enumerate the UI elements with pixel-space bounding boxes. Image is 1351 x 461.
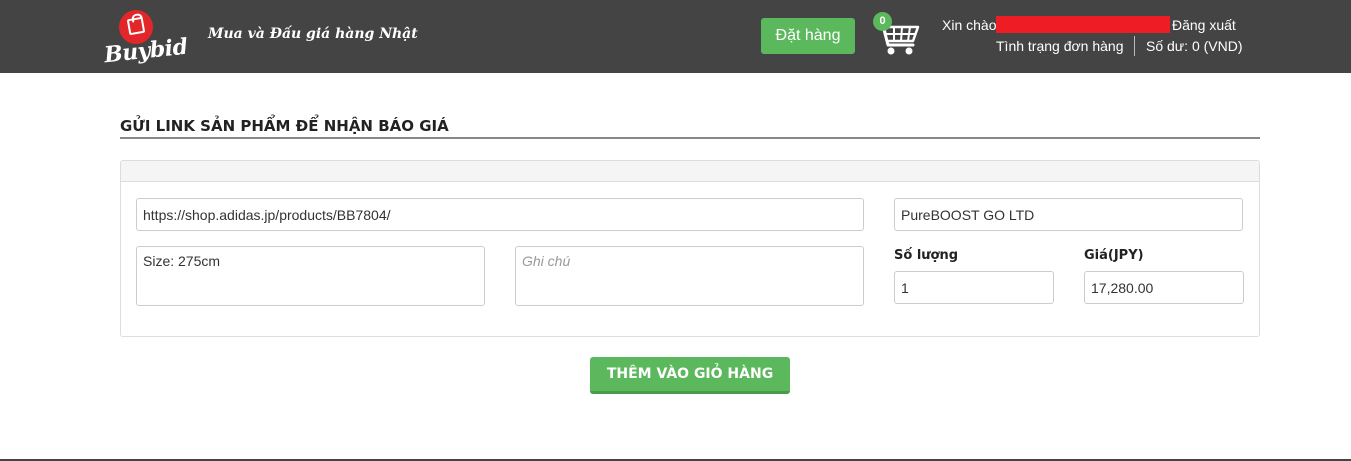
logo-text: Buybid [102, 33, 189, 69]
site-tagline: Mua và Đấu giá hàng Nhật [208, 26, 418, 42]
logout-link[interactable]: Đăng xuất [1172, 17, 1236, 33]
greeting-text: Xin chào [942, 17, 997, 33]
panel-heading [121, 161, 1259, 182]
quantity-input[interactable] [894, 271, 1054, 304]
order-status-link[interactable]: Tình trạng đơn hàng [996, 38, 1124, 54]
top-header: Buybid Mua và Đấu giá hàng Nhật Đặt hàng… [0, 0, 1351, 73]
title-divider [120, 137, 1260, 139]
redacted-username [996, 16, 1170, 33]
cart-button[interactable]: 0 [873, 12, 921, 58]
account-balance: Số dư: 0 (VND) [1146, 38, 1243, 54]
order-button[interactable]: Đặt hàng [761, 18, 855, 54]
size-textarea[interactable]: Size: 275cm [136, 246, 485, 306]
price-label: Giá(JPY) [1084, 248, 1144, 263]
product-link-input[interactable] [136, 198, 864, 231]
price-input[interactable] [1084, 271, 1244, 304]
site-logo[interactable]: Buybid [102, 10, 189, 69]
cart-count-badge: 0 [873, 12, 892, 31]
header-divider [1134, 36, 1135, 56]
note-textarea[interactable] [515, 246, 864, 306]
quantity-label: Số lượng [894, 248, 959, 263]
add-to-cart-button[interactable]: THÊM VÀO GIỎ HÀNG [590, 357, 790, 394]
section-title: GỬI LINK SẢN PHẨM ĐỂ NHẬN BÁO GIÁ [120, 117, 449, 135]
product-name-input[interactable] [894, 198, 1243, 231]
